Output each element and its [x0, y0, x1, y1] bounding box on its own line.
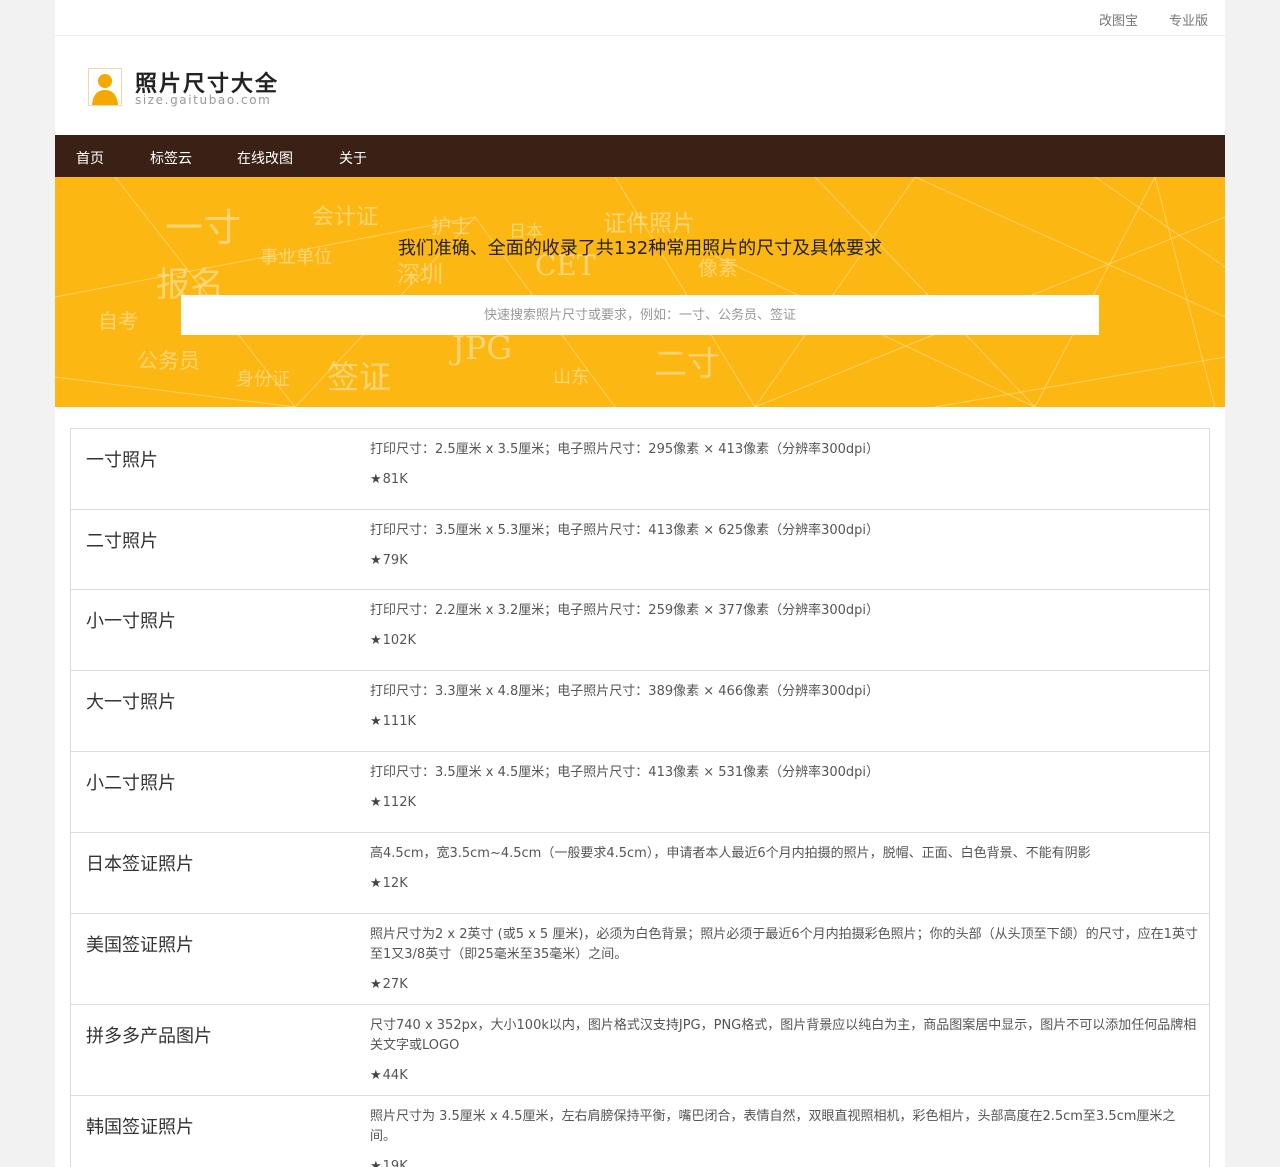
banner-tag[interactable]: 身份证	[236, 365, 290, 391]
item-view-count: 102K	[382, 633, 416, 648]
item-title[interactable]: 小一寸照片	[86, 607, 176, 633]
list-item[interactable]: 小二寸照片 打印尺寸：3.5厘米 x 4.5厘米；电子照片尺寸：413像素 × …	[71, 752, 1209, 833]
item-view-count: 79K	[382, 553, 408, 568]
item-view-count: 112K	[382, 795, 416, 810]
item-views: ★19K	[370, 1147, 1209, 1167]
item-description: 照片尺寸为2 x 2英寸 (或5 x 5 厘米)，必须为白色背景；照片必须于最近…	[370, 927, 1198, 962]
site-domain: size.gaitubao.com	[135, 93, 272, 107]
search-input[interactable]	[181, 295, 1099, 335]
list-item[interactable]: 小一寸照片 打印尺寸：2.2厘米 x 3.2厘米；电子照片尺寸：259像素 × …	[71, 590, 1209, 671]
item-title[interactable]: 美国签证照片	[86, 931, 194, 957]
item-description: 照片尺寸为 3.5厘米 x 4.5厘米，左右肩膀保持平衡，嘴巴闭合，表情自然，双…	[370, 1109, 1176, 1144]
item-view-count: 44K	[382, 1068, 408, 1083]
banner-tag[interactable]: 自考	[98, 305, 138, 334]
item-title[interactable]: 一寸照片	[86, 446, 158, 472]
nav-tag-cloud[interactable]: 标签云	[150, 148, 192, 168]
item-views: ★12K	[370, 864, 1209, 904]
item-description: 打印尺寸：2.5厘米 x 3.5厘米；电子照片尺寸：295像素 × 413像素（…	[370, 442, 880, 457]
star-icon: ★	[370, 977, 382, 992]
list-item[interactable]: 一寸照片 打印尺寸：2.5厘米 x 3.5厘米；电子照片尺寸：295像素 × 4…	[71, 429, 1209, 510]
item-description: 高4.5cm，宽3.5cm~4.5cm（一般要求4.5cm），申请者本人最近6个…	[370, 846, 1091, 861]
star-icon: ★	[370, 472, 382, 487]
page-container: 改图宝 专业版 照片尺寸大全 size.gaitubao.com 首页 标签云 …	[55, 0, 1225, 1167]
item-view-count: 111K	[382, 714, 416, 729]
star-icon: ★	[370, 1068, 382, 1083]
item-views: ★79K	[370, 541, 1209, 581]
main-nav: 首页 标签云 在线改图 关于	[55, 135, 1225, 177]
star-icon: ★	[370, 1159, 382, 1167]
nav-home[interactable]: 首页	[76, 148, 104, 168]
item-view-count: 19K	[382, 1159, 408, 1167]
list-item[interactable]: 拼多多产品图片 尺寸740 x 352px，大小100k以内，图片格式汉支持JP…	[71, 1005, 1209, 1096]
item-views: ★102K	[370, 621, 1209, 661]
item-view-count: 27K	[382, 977, 408, 992]
item-description: 打印尺寸：3.5厘米 x 4.5厘米；电子照片尺寸：413像素 × 531像素（…	[370, 765, 880, 780]
item-title[interactable]: 大一寸照片	[86, 688, 176, 714]
item-description: 打印尺寸：3.5厘米 x 5.3厘米；电子照片尺寸：413像素 × 625像素（…	[370, 523, 880, 538]
banner-tag[interactable]: 证件照片	[603, 204, 695, 238]
banner-tag[interactable]: 深圳	[397, 255, 443, 289]
item-views: ★81K	[370, 460, 1209, 500]
item-title[interactable]: 韩国签证照片	[86, 1113, 194, 1139]
nav-about[interactable]: 关于	[339, 148, 367, 168]
item-description: 打印尺寸：3.3厘米 x 4.8厘米；电子照片尺寸：389像素 × 466像素（…	[370, 684, 880, 699]
star-icon: ★	[370, 553, 382, 568]
person-avatar-icon[interactable]	[88, 68, 122, 106]
hero-banner: 一寸 会计证 护士 日本 证件照片 事业单位 深圳 CET 像素 报名 自考 公…	[55, 177, 1225, 407]
banner-tag[interactable]: 签证	[327, 352, 391, 398]
item-description: 打印尺寸：2.2厘米 x 3.2厘米；电子照片尺寸：259像素 × 377像素（…	[370, 603, 880, 618]
banner-headline: 我们准确、全面的收录了共132种常用照片的尺寸及具体要求	[397, 238, 883, 259]
list-item[interactable]: 韩国签证照片 照片尺寸为 3.5厘米 x 4.5厘米，左右肩膀保持平衡，嘴巴闭合…	[71, 1096, 1209, 1167]
star-icon: ★	[370, 876, 382, 891]
nav-online-edit[interactable]: 在线改图	[237, 148, 293, 168]
banner-tag[interactable]: 山东	[553, 363, 589, 389]
list-item[interactable]: 日本签证照片 高4.5cm，宽3.5cm~4.5cm（一般要求4.5cm），申请…	[71, 833, 1209, 914]
site-header: 照片尺寸大全 size.gaitubao.com	[55, 36, 1225, 135]
item-description: 尺寸740 x 352px，大小100k以内，图片格式汉支持JPG，PNG格式，…	[370, 1018, 1197, 1053]
star-icon: ★	[370, 714, 382, 729]
item-views: ★27K	[370, 965, 1209, 1005]
item-title[interactable]: 日本签证照片	[86, 850, 194, 876]
item-view-count: 12K	[382, 876, 408, 891]
item-views: ★112K	[370, 783, 1209, 823]
star-icon: ★	[370, 795, 382, 810]
banner-tag[interactable]: 二寸	[654, 337, 720, 385]
gaitubao-link[interactable]: 改图宝	[1099, 10, 1138, 29]
pro-version-link[interactable]: 专业版	[1169, 10, 1208, 29]
item-title[interactable]: 小二寸照片	[86, 769, 176, 795]
top-links-bar: 改图宝 专业版	[55, 0, 1225, 36]
item-views: ★44K	[370, 1056, 1209, 1096]
star-icon: ★	[370, 633, 382, 648]
item-view-count: 81K	[382, 472, 408, 487]
item-title[interactable]: 二寸照片	[86, 527, 158, 553]
item-views: ★111K	[370, 702, 1209, 742]
banner-tag[interactable]: 会计证	[312, 199, 378, 231]
list-item[interactable]: 二寸照片 打印尺寸：3.5厘米 x 5.3厘米；电子照片尺寸：413像素 × 6…	[71, 510, 1209, 590]
list-item[interactable]: 美国签证照片 照片尺寸为2 x 2英寸 (或5 x 5 厘米)，必须为白色背景；…	[71, 914, 1209, 1005]
item-title[interactable]: 拼多多产品图片	[86, 1022, 212, 1048]
list-item[interactable]: 大一寸照片 打印尺寸：3.3厘米 x 4.8厘米；电子照片尺寸：389像素 × …	[71, 671, 1209, 752]
photo-size-list: 一寸照片 打印尺寸：2.5厘米 x 3.5厘米；电子照片尺寸：295像素 × 4…	[70, 428, 1210, 1167]
banner-tag[interactable]: 公务员	[137, 345, 200, 375]
